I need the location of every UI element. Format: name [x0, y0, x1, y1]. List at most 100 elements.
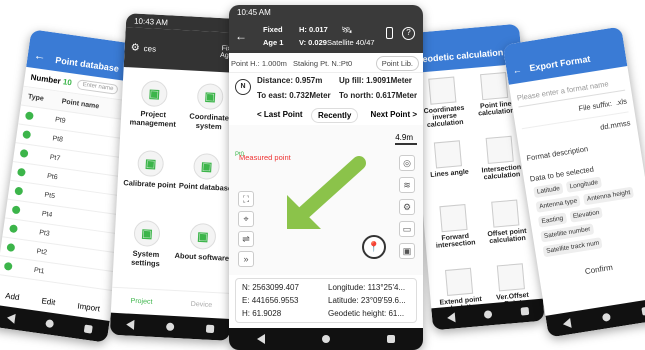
nav-home-icon[interactable] — [165, 322, 175, 331]
data-chip[interactable]: Antenna height — [583, 186, 635, 206]
back-arrow-icon[interactable]: ← — [235, 29, 247, 43]
nav-recent-icon[interactable] — [205, 324, 215, 334]
distance-value: Distance: 0.957m — [257, 76, 323, 85]
edit-button[interactable]: Edit — [41, 296, 56, 307]
point-name: Pt4 — [41, 210, 53, 219]
import-button[interactable]: Import — [77, 301, 101, 313]
staking-point-name: Staking Pt. N.:Pt0 — [293, 59, 353, 68]
nav-back-icon[interactable] — [6, 312, 16, 324]
tab-project[interactable]: Project — [130, 298, 152, 306]
calc-tile-label: Coordinates inverse calculation — [423, 104, 465, 130]
nav-bar — [545, 297, 645, 338]
distance-panel: N Distance: 0.957m Up fill: 1.9091Meter … — [229, 73, 423, 107]
point-name: Pt7 — [49, 153, 61, 162]
compass-icon: N — [235, 79, 251, 95]
data-chip[interactable]: Longitude — [565, 176, 602, 193]
nav-back-icon[interactable] — [125, 319, 135, 330]
col-name: Point name — [61, 97, 100, 110]
calc-diagram-icon — [428, 76, 457, 105]
calc-tile[interactable]: Lines angle — [421, 136, 478, 204]
device-icon[interactable] — [386, 27, 393, 39]
fixed-status: Fixed — [263, 25, 283, 34]
tab-device[interactable]: Device — [191, 301, 213, 309]
point-name: Pt5 — [44, 191, 56, 200]
point-status-icon — [9, 224, 19, 234]
search-input[interactable]: Enter name — [76, 78, 120, 95]
recently-button[interactable]: Recently — [311, 108, 359, 123]
nav-home-icon[interactable] — [483, 310, 493, 319]
col-type: Type — [27, 92, 45, 103]
nav-recent-icon[interactable] — [641, 306, 645, 316]
latitude-value: Latitude: 23°09'59.6... — [328, 296, 406, 305]
calc-diagram-icon — [496, 263, 525, 292]
collapse-chevron-icon[interactable]: » — [238, 251, 254, 267]
layer-toggle-icon[interactable]: ⇌ — [238, 231, 254, 247]
nav-back-icon[interactable] — [257, 334, 266, 344]
nav-home-icon[interactable] — [45, 319, 55, 329]
suffix-select[interactable]: .xls — [615, 97, 628, 108]
calc-tile-label: Intersection calculation — [481, 164, 522, 182]
easting-value: E: 441656.9553 — [242, 296, 299, 305]
target-icon[interactable]: ◎ — [399, 155, 415, 171]
confirm-button[interactable]: Confirm — [545, 257, 645, 283]
last-point-button[interactable]: < Last Point — [257, 110, 303, 119]
menu-tile[interactable]: ▣ Calibrate point — [120, 149, 179, 212]
layers-icon[interactable]: ≋ — [399, 177, 415, 193]
chip-list: Latitude LongitudeAntenna typeAntenna hei… — [531, 169, 645, 260]
add-button[interactable]: Add — [5, 291, 20, 302]
data-chip[interactable]: Elevation — [569, 206, 604, 223]
menu-tile[interactable]: ▣ Project management — [124, 79, 183, 142]
suffix-label: File suffix: — [577, 98, 613, 114]
satellite-icon: 🛰 — [341, 25, 353, 35]
calc-diagram-icon — [485, 135, 514, 164]
help-icon[interactable]: ? — [402, 27, 415, 40]
back-arrow-icon[interactable]: ← — [512, 65, 522, 76]
nav-recent-icon[interactable] — [386, 335, 395, 343]
point-lib-button[interactable]: Point Lib. — [375, 56, 419, 71]
nav-home-icon[interactable] — [601, 312, 612, 322]
save-icon[interactable]: ▣ — [399, 243, 415, 259]
staking-info: Point H.: 1.000m Staking Pt. N.:Pt0 Poin… — [229, 53, 423, 73]
ruler-icon[interactable]: ▭ — [399, 221, 415, 237]
menu-tile[interactable]: ▣ System settings — [117, 219, 176, 282]
center-locate-icon[interactable]: ⌖ — [238, 211, 254, 227]
status-time: 10:45 AM — [237, 7, 271, 17]
point-height: Point H.: 1.000m — [231, 59, 287, 68]
menu-tile[interactable]: ▣ About software — [173, 222, 232, 285]
data-chip[interactable]: Easting — [537, 212, 567, 228]
page-title: Point database — [54, 54, 120, 74]
data-chip[interactable]: Latitude — [533, 182, 564, 199]
nav-bar — [229, 328, 423, 350]
calc-diagram-icon — [439, 204, 468, 233]
longitude-value: Longitude: 113°25'4... — [328, 283, 406, 292]
calc-tile[interactable]: Offset point calculation — [478, 195, 535, 263]
location-pin-icon[interactable]: 📍 — [362, 235, 386, 259]
point-name: Pt3 — [38, 228, 51, 238]
nav-recent-icon[interactable] — [84, 324, 94, 334]
point-name: Pt2 — [36, 247, 48, 257]
calc-tile[interactable]: Forward intersection — [426, 200, 483, 268]
settings-icon[interactable]: ⚙ — [399, 199, 415, 215]
menu-tile[interactable]: ▣ Point database — [176, 152, 235, 215]
menu-tile-icon: ▣ — [137, 149, 165, 178]
calc-tile-label: Lines angle — [430, 168, 470, 179]
nav-recent-icon[interactable] — [520, 306, 530, 316]
fullscreen-icon[interactable]: ⛶ — [238, 191, 254, 207]
menu-tile-label: Point database — [178, 181, 233, 193]
nav-home-icon[interactable] — [321, 335, 330, 343]
northing-value: N: 2563099.407 — [242, 283, 299, 292]
point-status-icon — [6, 242, 16, 253]
point-name: Pt8 — [51, 134, 64, 144]
next-point-button[interactable]: Next Point > — [371, 110, 417, 119]
calc-tile[interactable]: Coordinates inverse calculation — [415, 72, 472, 140]
nav-back-icon[interactable] — [562, 318, 572, 330]
header-title: ces — [143, 43, 157, 54]
back-arrow-icon[interactable]: ← — [33, 48, 47, 64]
map-view[interactable]: 4.9m Pt0 Measured point ⛶ ⌖ ⇌ » ◎ ≋ ⚙ ▭ … — [229, 125, 423, 275]
nav-back-icon[interactable] — [446, 312, 456, 324]
point-status-icon — [22, 130, 32, 140]
upfill-value: Up fill: 1.9091Meter — [339, 76, 412, 85]
height-value: H: 61.9028 — [242, 309, 282, 318]
status-bar: 10:45 AM — [229, 5, 423, 19]
page-title: Export Format — [528, 53, 592, 74]
